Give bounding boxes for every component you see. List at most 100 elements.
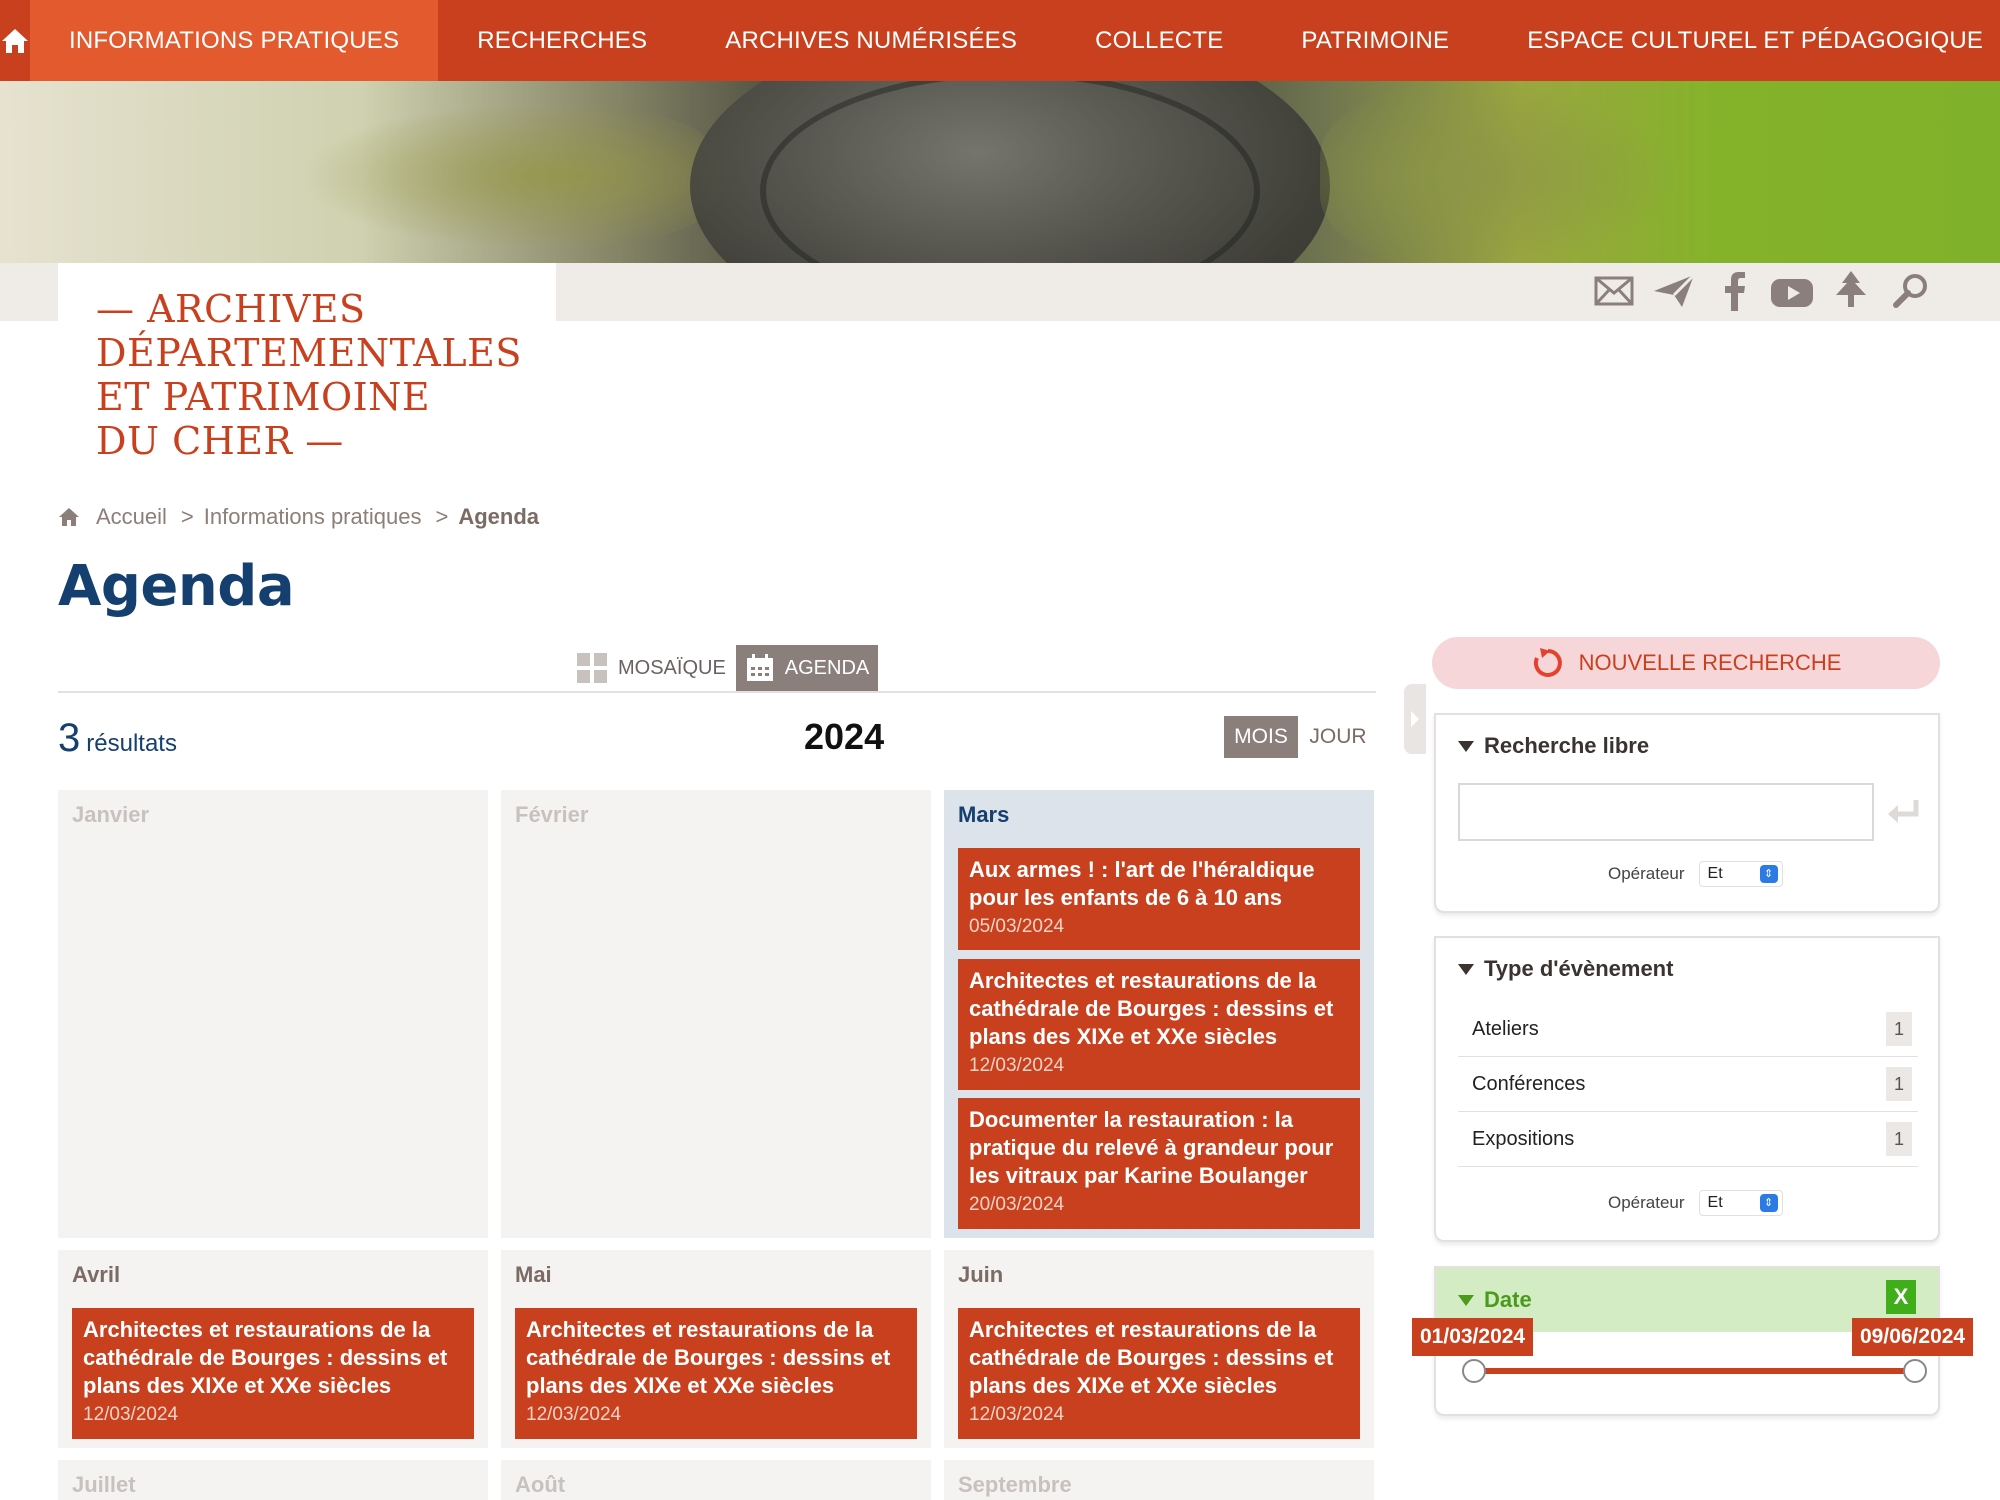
event-title: Documenter la restauration : la pratique…: [969, 1107, 1334, 1188]
event-type-header[interactable]: Type d'évènement: [1436, 938, 1938, 1000]
month-cell-mai: Mai Architectes et restaurations de la c…: [501, 1250, 931, 1448]
date-start-label: 01/03/2024: [1412, 1318, 1534, 1356]
event-date: 12/03/2024: [969, 1055, 1065, 1076]
breadcrumb: Accueil > Informations pratiques > Agend…: [58, 504, 539, 530]
month-name: Juin: [958, 1262, 1004, 1287]
sidebar-toggle[interactable]: [1404, 684, 1426, 754]
submit-search-icon[interactable]: [1884, 793, 1924, 833]
month-cell-juin: Juin Architectes et restaurations de la …: [944, 1250, 1374, 1448]
operator-value: Et: [1707, 865, 1723, 882]
nav-archives-numerisees[interactable]: ARCHIVES NUMÉRISÉES: [686, 0, 1056, 81]
calendar-icon: [746, 654, 773, 681]
event-date: 12/03/2024: [526, 1404, 622, 1425]
logo-line: — ARCHIVES: [96, 287, 366, 331]
event-card[interactable]: Architectes et restaurations de la cathé…: [958, 959, 1360, 1090]
facebook-icon[interactable]: [1711, 268, 1757, 314]
event-date: 05/03/2024: [969, 916, 1065, 937]
select-arrows-icon: ⇕: [1759, 865, 1778, 883]
tree-icon[interactable]: [1828, 266, 1874, 312]
nav-recherches[interactable]: RECHERCHES: [438, 0, 686, 81]
chevron-right-icon: [1411, 711, 1419, 727]
header-banner-image: [0, 81, 2000, 263]
view-agenda-button[interactable]: AGENDA: [736, 645, 878, 691]
month-cell-avril: Avril Architectes et restaurations de la…: [58, 1250, 488, 1448]
operator-label: Opérateur: [1608, 864, 1685, 883]
breadcrumb-informations-pratiques[interactable]: Informations pratiques: [204, 504, 422, 530]
event-type-label: Conférences: [1472, 1072, 1586, 1095]
event-card[interactable]: Architectes et restaurations de la cathé…: [958, 1308, 1360, 1439]
home-icon: [2, 28, 28, 53]
free-search-title: Recherche libre: [1484, 733, 1650, 758]
page-title: Agenda: [58, 554, 295, 619]
operator-select[interactable]: Et ⇕: [1698, 861, 1783, 887]
view-agenda-label: AGENDA: [784, 656, 870, 679]
year-heading: 2024: [804, 716, 885, 757]
month-name: Mars: [958, 802, 1010, 827]
nav-informations-pratiques[interactable]: INFORMATIONS PRATIQUES: [30, 0, 439, 81]
event-card[interactable]: Architectes et restaurations de la cathé…: [72, 1308, 474, 1439]
caret-down-icon: [1458, 740, 1474, 752]
operator-select[interactable]: Et ⇕: [1698, 1190, 1783, 1216]
results-label: résultats: [86, 730, 177, 757]
mail-icon[interactable]: [1591, 268, 1637, 314]
view-mosaic-button[interactable]: MOSAÏQUE: [566, 645, 736, 691]
mode-month-button[interactable]: MOIS: [1224, 716, 1298, 758]
month-cell-aout: Août: [501, 1460, 931, 1500]
event-card[interactable]: Architectes et restaurations de la cathé…: [515, 1308, 917, 1439]
date-clear-button[interactable]: X: [1886, 1280, 1916, 1314]
nav-collecte[interactable]: COLLECTE: [1056, 0, 1262, 81]
event-title: Architectes et restaurations de la cathé…: [83, 1317, 448, 1398]
breadcrumb-home[interactable]: Accueil: [96, 504, 167, 530]
free-search-operator: Opérateur Et ⇕: [1608, 861, 1783, 887]
select-arrows-icon: ⇕: [1759, 1194, 1778, 1212]
operator-value: Et: [1707, 1194, 1723, 1211]
event-date: 12/03/2024: [83, 1404, 179, 1425]
mode-day-button[interactable]: JOUR: [1304, 716, 1372, 758]
results-number: 3: [58, 716, 81, 760]
event-type-count: 1: [1886, 1067, 1912, 1101]
newsletter-icon[interactable]: [1651, 268, 1697, 314]
event-type-count: 1: [1886, 1012, 1912, 1046]
month-cell-janvier: Janvier: [58, 790, 488, 1238]
refresh-icon: [1533, 648, 1562, 677]
main-navigation: INFORMATIONS PRATIQUES RECHERCHES ARCHIV…: [0, 0, 2000, 81]
date-start-handle[interactable]: [1462, 1359, 1486, 1383]
new-search-button[interactable]: NOUVELLE RECHERCHE: [1432, 637, 1940, 689]
date-end-handle[interactable]: [1903, 1359, 1927, 1383]
event-type-count: 1: [1886, 1122, 1912, 1156]
month-cell-septembre: Septembre: [944, 1460, 1374, 1500]
view-mosaic-label: MOSAÏQUE: [618, 656, 726, 679]
home-icon[interactable]: [58, 507, 80, 527]
free-search-header[interactable]: Recherche libre: [1436, 715, 1938, 777]
event-type-expositions[interactable]: Expositions 1: [1458, 1112, 1918, 1167]
divider: [58, 691, 1376, 693]
home-button[interactable]: [0, 0, 30, 81]
event-date: 20/03/2024: [969, 1194, 1065, 1215]
event-card[interactable]: Documenter la restauration : la pratique…: [958, 1098, 1360, 1229]
site-logo[interactable]: — ARCHIVES DÉPARTEMENTALES ET PATRIMOINE…: [58, 263, 556, 473]
event-type-conferences[interactable]: Conférences 1: [1458, 1057, 1918, 1112]
logo-line: DU CHER —: [96, 419, 344, 463]
youtube-icon[interactable]: [1769, 270, 1815, 316]
month-cell-juillet: Juillet: [58, 1460, 488, 1500]
month-name: Septembre: [958, 1472, 1072, 1497]
nav-espace-culturel[interactable]: ESPACE CULTUREL ET PÉDAGOGIQUE: [1488, 0, 2000, 81]
nav-patrimoine[interactable]: PATRIMOINE: [1262, 0, 1488, 81]
caret-down-icon: [1458, 1294, 1474, 1306]
event-card[interactable]: Aux armes ! : l'art de l'héraldique pour…: [958, 848, 1360, 950]
search-icon[interactable]: [1888, 268, 1934, 314]
month-name: Janvier: [72, 802, 150, 827]
caret-down-icon: [1458, 963, 1474, 975]
grid-icon: [577, 653, 607, 683]
date-range-track[interactable]: [1472, 1368, 1914, 1374]
free-search-input[interactable]: [1458, 783, 1874, 841]
event-type-panel: Type d'évènement Ateliers 1 Conférences …: [1434, 936, 1940, 1242]
month-cell-fevrier: Février: [501, 790, 931, 1238]
event-type-label: Expositions: [1472, 1127, 1575, 1150]
event-type-ateliers[interactable]: Ateliers 1: [1458, 1002, 1918, 1057]
results-count: 3 résultats: [58, 716, 177, 761]
event-type-operator: Opérateur Et ⇕: [1608, 1190, 1783, 1216]
month-name: Février: [515, 802, 589, 827]
breadcrumb-separator: >: [435, 504, 449, 529]
month-name: Juillet: [72, 1472, 136, 1497]
